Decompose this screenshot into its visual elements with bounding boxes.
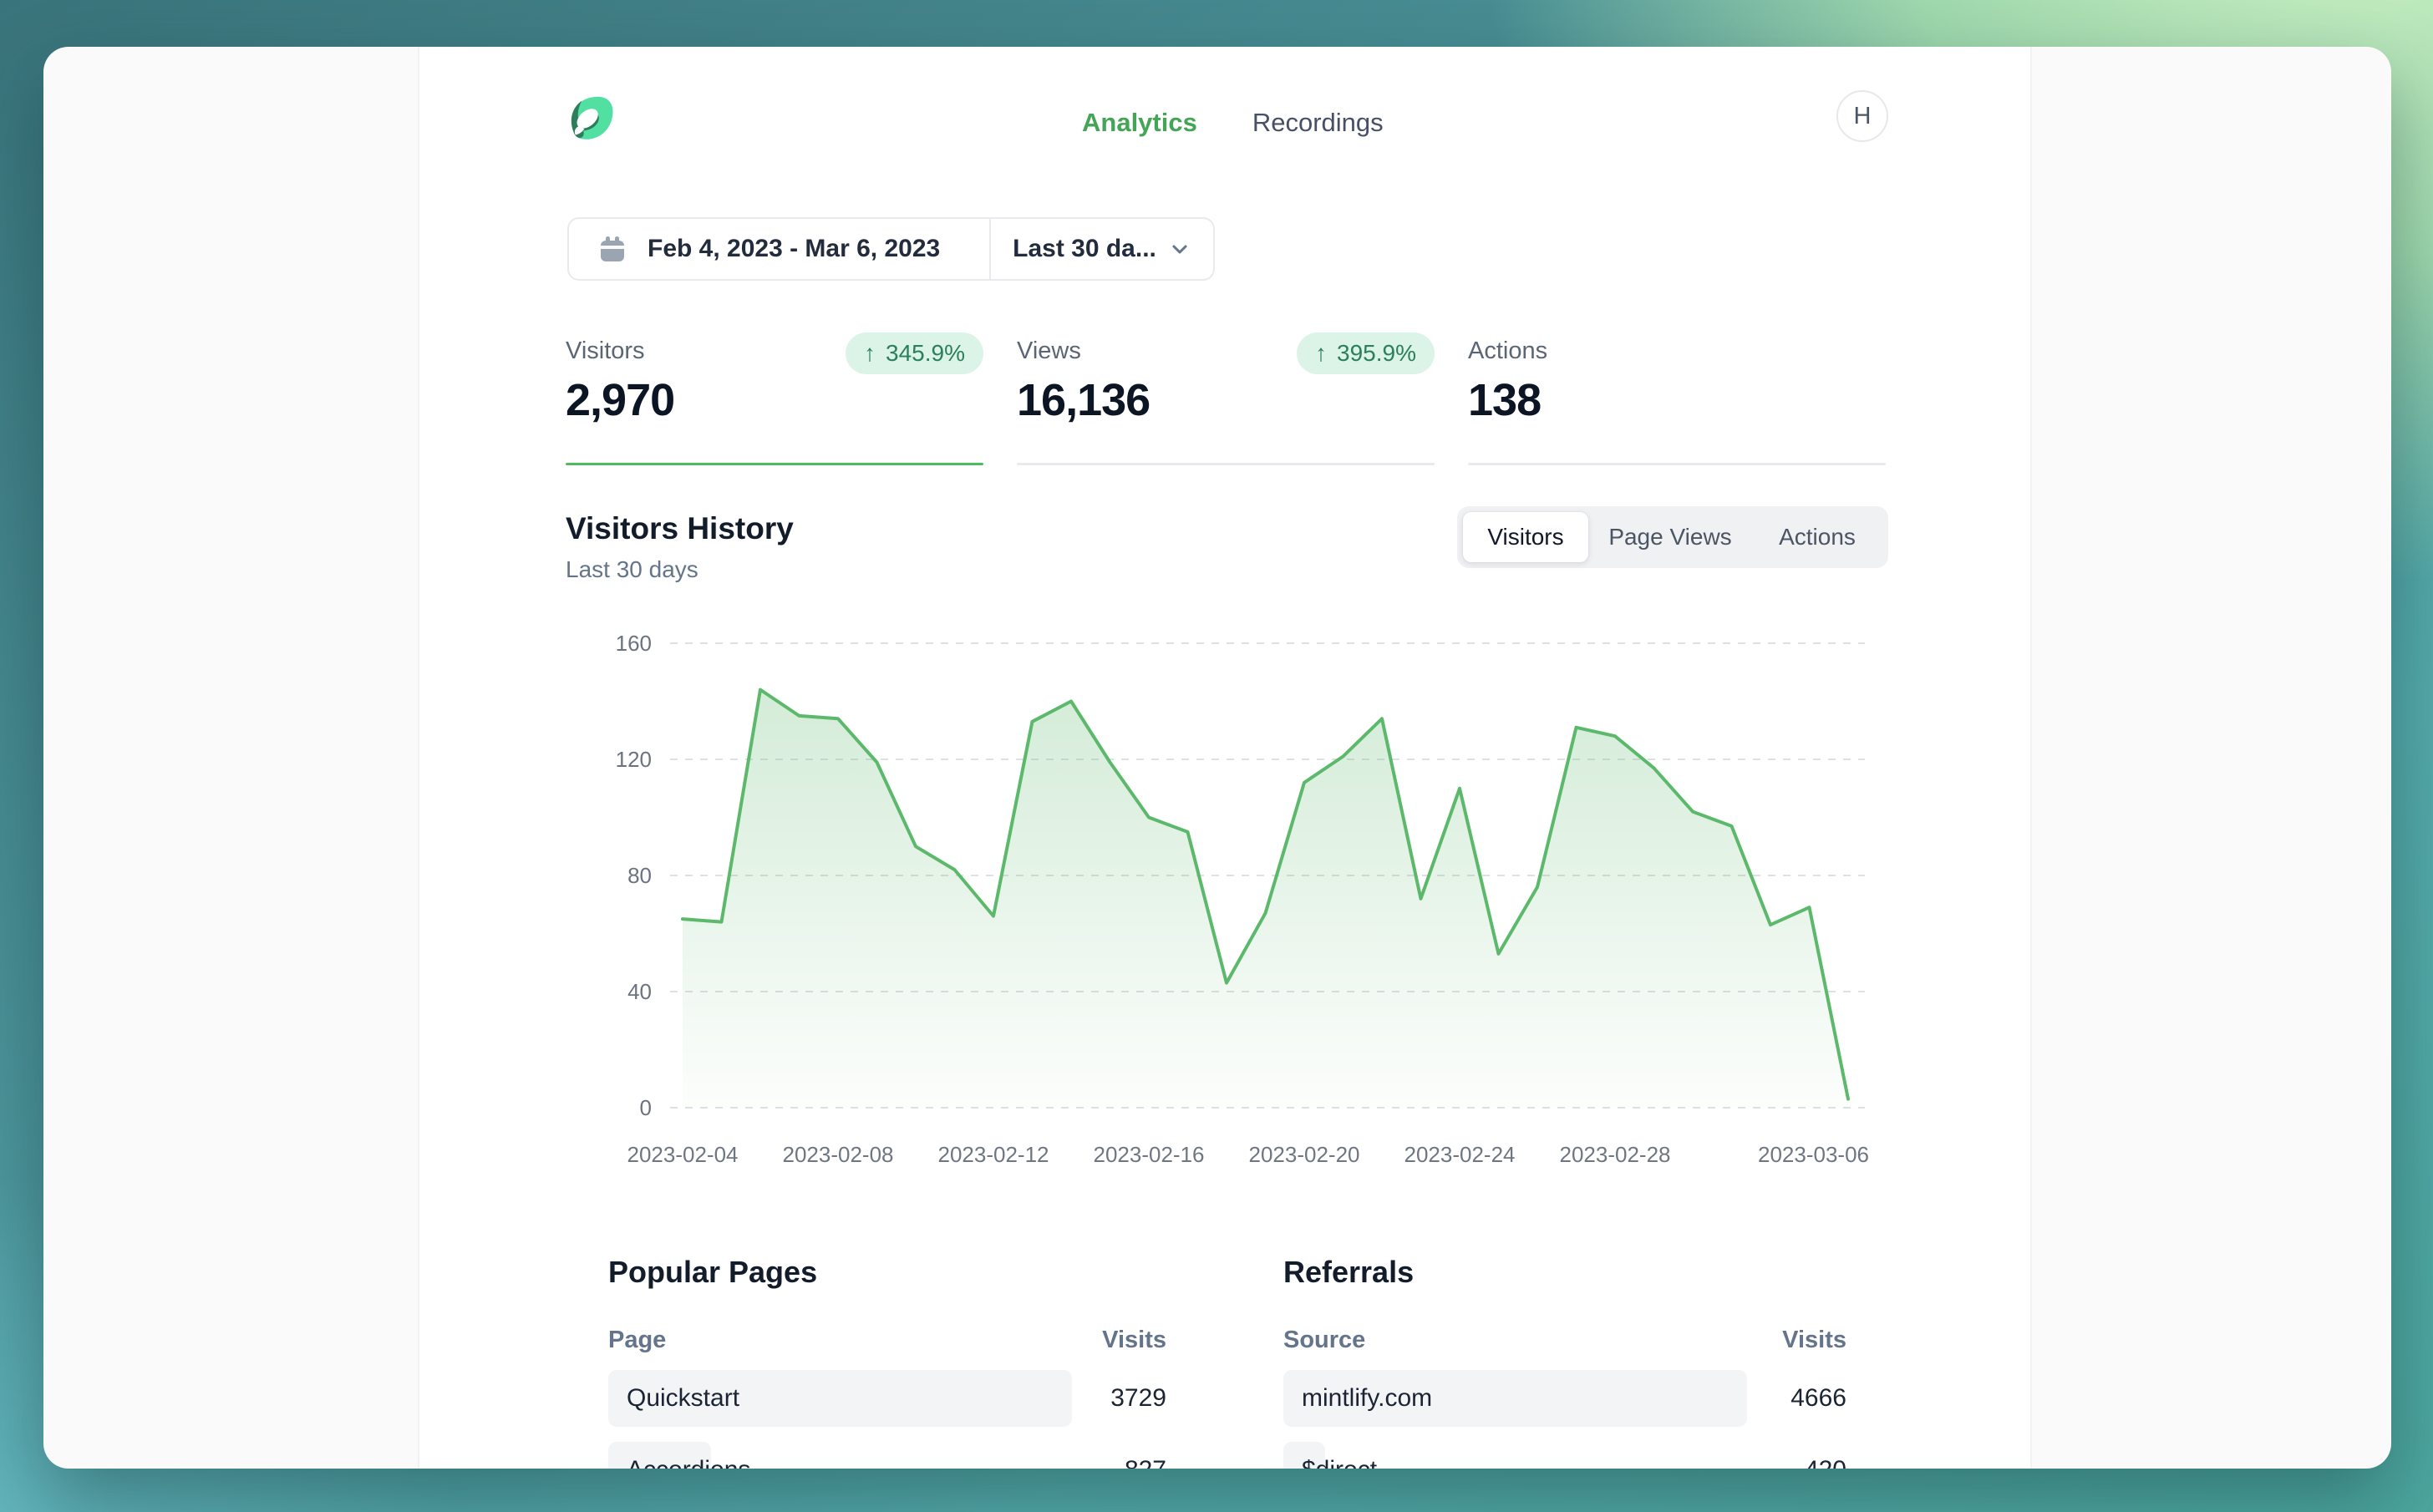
stat-label: Visitors <box>566 337 645 365</box>
svg-text:160: 160 <box>616 631 652 656</box>
date-range-label: Feb 4, 2023 - Mar 6, 2023 <box>648 235 940 263</box>
row-label: $direct <box>1302 1442 1377 1469</box>
table-row[interactable]: mintlify.com 4666 <box>1283 1370 1846 1427</box>
column-header-source: Source <box>1283 1327 1365 1353</box>
tab-analytics[interactable]: Analytics <box>1082 105 1197 140</box>
segment-page-views[interactable]: Page Views <box>1588 512 1752 562</box>
row-visits: 420 <box>1805 1442 1846 1469</box>
stat-underline <box>1468 463 1886 465</box>
stat-change-value: 395.9% <box>1337 340 1416 367</box>
top-nav: Analytics Recordings <box>1082 105 1384 140</box>
stat-label: Views <box>1017 337 1081 365</box>
svg-text:2023-02-28: 2023-02-28 <box>1560 1142 1671 1167</box>
svg-text:0: 0 <box>640 1095 652 1120</box>
svg-text:2023-02-20: 2023-02-20 <box>1249 1142 1360 1167</box>
row-visits: 3729 <box>1110 1370 1166 1427</box>
up-arrow-icon: ↑ <box>1315 340 1327 367</box>
column-header-visits: Visits <box>1102 1327 1166 1354</box>
column-header-page: Page <box>608 1327 666 1353</box>
main-panel: Analytics Recordings H Feb 4, 2023 - Mar… <box>418 47 2032 1469</box>
mintlify-logo-icon <box>566 92 617 144</box>
stat-actions[interactable]: Actions 138 <box>1468 337 1886 465</box>
calendar-icon <box>597 234 627 264</box>
up-arrow-icon: ↑ <box>864 340 876 367</box>
stat-visitors[interactable]: Visitors ↑ 345.9% 2,970 <box>566 337 983 465</box>
date-preset-label: Last 30 da... <box>1013 235 1156 263</box>
app-card: Analytics Recordings H Feb 4, 2023 - Mar… <box>43 47 2391 1469</box>
stat-label: Actions <box>1468 337 1547 365</box>
column-header-visits: Visits <box>1782 1327 1846 1354</box>
chevron-down-icon <box>1168 237 1191 261</box>
row-visits: 827 <box>1125 1442 1166 1469</box>
stat-value: 138 <box>1468 374 1541 426</box>
stat-change-value: 345.9% <box>886 340 965 367</box>
svg-text:2023-03-06: 2023-03-06 <box>1758 1142 1869 1167</box>
chart-metric-segmented-control: Visitors Page Views Actions <box>1457 506 1888 568</box>
table-row[interactable]: $direct 420 <box>1283 1442 1846 1469</box>
svg-text:2023-02-12: 2023-02-12 <box>938 1142 1049 1167</box>
svg-text:2023-02-08: 2023-02-08 <box>783 1142 894 1167</box>
svg-text:2023-02-24: 2023-02-24 <box>1404 1142 1516 1167</box>
table-row[interactable]: Accordions 827 <box>608 1442 1166 1469</box>
stat-change-badge: ↑ 345.9% <box>846 332 983 374</box>
table-title: Referrals <box>1283 1255 1846 1290</box>
segment-actions[interactable]: Actions <box>1752 512 1882 562</box>
row-label: mintlify.com <box>1302 1370 1432 1427</box>
date-preset-dropdown[interactable]: Last 30 da... <box>989 219 1213 279</box>
date-range-picker[interactable]: Feb 4, 2023 - Mar 6, 2023 Last 30 da... <box>567 217 1215 281</box>
stat-value: 2,970 <box>566 374 674 426</box>
table-title: Popular Pages <box>608 1255 1166 1290</box>
svg-text:40: 40 <box>627 979 652 1004</box>
row-label: Quickstart <box>627 1370 739 1427</box>
referrals-table: Referrals Source Visits mintlify.com 466… <box>1283 1255 1846 1469</box>
svg-text:120: 120 <box>616 747 652 772</box>
stat-value: 16,136 <box>1017 374 1150 426</box>
svg-text:80: 80 <box>627 863 652 888</box>
table-row[interactable]: Quickstart 3729 <box>608 1370 1166 1427</box>
row-visits: 4666 <box>1790 1370 1846 1427</box>
stat-active-underline <box>566 463 983 465</box>
section-title-visitors-history: Visitors History <box>566 511 794 546</box>
date-range-button[interactable]: Feb 4, 2023 - Mar 6, 2023 <box>569 219 989 279</box>
section-subtitle: Last 30 days <box>566 556 698 583</box>
segment-visitors[interactable]: Visitors <box>1463 512 1588 562</box>
row-label: Accordions <box>627 1442 750 1469</box>
popular-pages-table: Popular Pages Page Visits Quickstart 372… <box>608 1255 1166 1469</box>
visitors-history-chart: 0 40 80 120 160 2023-02-04 2023-02-08 2023-02-1… <box>587 627 1882 1170</box>
stat-change-badge: ↑ 395.9% <box>1297 332 1435 374</box>
stat-views[interactable]: Views ↑ 395.9% 16,136 <box>1017 337 1435 465</box>
tab-recordings[interactable]: Recordings <box>1252 105 1384 140</box>
svg-text:2023-02-04: 2023-02-04 <box>627 1142 739 1167</box>
avatar[interactable]: H <box>1836 90 1888 142</box>
svg-text:2023-02-16: 2023-02-16 <box>1094 1142 1205 1167</box>
stat-underline <box>1017 463 1435 465</box>
